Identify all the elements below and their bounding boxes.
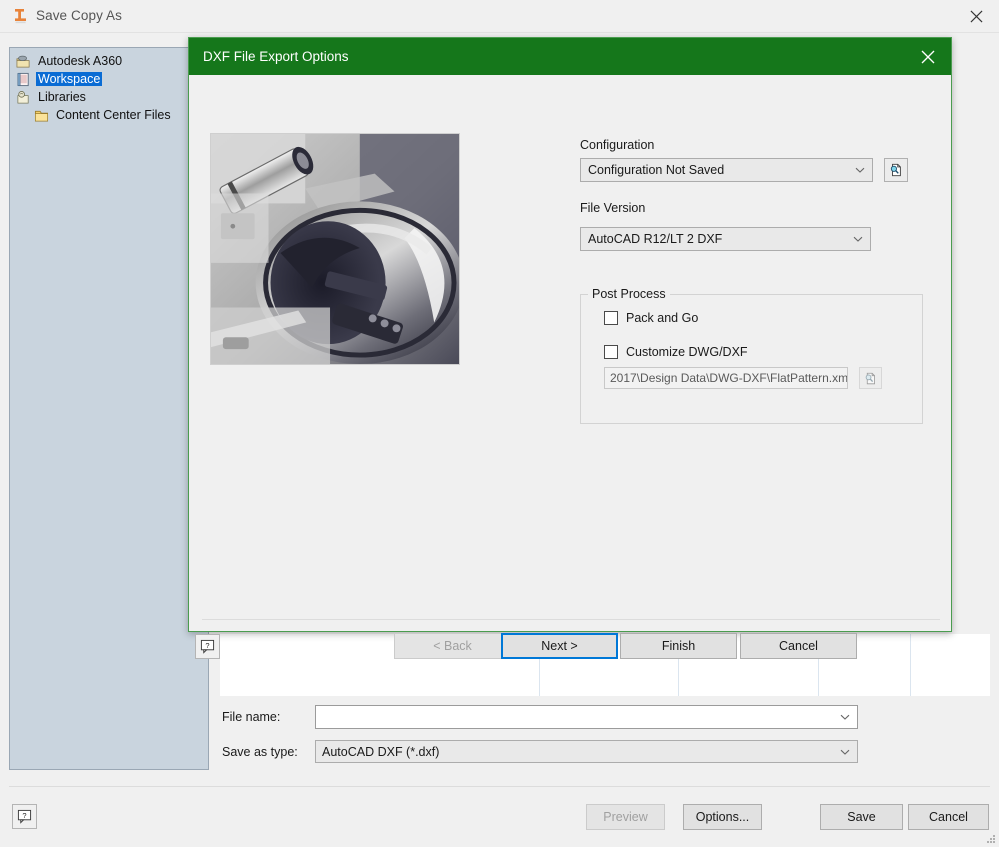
help-question-icon: ? xyxy=(17,809,32,824)
dxf-export-options-dialog: DXF File Export Options Configuration Co… xyxy=(188,37,952,659)
customize-dwg-dxf-checkbox[interactable] xyxy=(604,345,618,359)
next-button[interactable]: Next > xyxy=(501,633,618,659)
window-close-button[interactable] xyxy=(953,0,999,32)
configuration-value: Configuration Not Saved xyxy=(588,163,725,177)
pack-and-go-label: Pack and Go xyxy=(626,311,699,325)
dialog-separator xyxy=(202,619,940,620)
save-as-type-select[interactable]: AutoCAD DXF (*.dxf) xyxy=(315,740,858,763)
save-as-type-value: AutoCAD DXF (*.dxf) xyxy=(322,744,440,759)
save-as-type-label: Save as type: xyxy=(222,745,298,759)
file-version-label: File Version xyxy=(580,201,646,215)
libraries-icon xyxy=(17,90,29,103)
customize-dwg-dxf-checkbox-row[interactable]: Customize DWG/DXF xyxy=(604,345,748,359)
svg-text:?: ? xyxy=(22,811,26,820)
tree-item-libraries[interactable]: Libraries xyxy=(16,88,88,106)
close-icon xyxy=(970,10,982,22)
tree-item-content-center-files[interactable]: Content Center Files xyxy=(34,106,173,124)
window-title: Save Copy As xyxy=(36,8,122,23)
dialog-header: DXF File Export Options xyxy=(189,38,951,75)
window-titlebar: Save Copy As xyxy=(0,0,999,33)
tree-item-label: Content Center Files xyxy=(56,108,171,122)
file-name-label: File name: xyxy=(222,710,281,724)
cloud-folder-icon xyxy=(16,55,30,67)
configuration-browse-button[interactable] xyxy=(884,158,908,182)
post-process-legend: Post Process xyxy=(588,287,670,301)
file-version-value: AutoCAD R12/LT 2 DXF xyxy=(588,232,723,246)
dialog-body: Configuration Configuration Not Saved Fi… xyxy=(189,75,951,659)
tree-item-workspace[interactable]: Workspace xyxy=(16,70,103,88)
dialog-cancel-button[interactable]: Cancel xyxy=(740,633,857,659)
config-path-input[interactable]: 2017\Design Data\DWG-DXF\FlatPattern.xml xyxy=(604,367,848,389)
chevron-down-icon xyxy=(855,167,865,173)
tree-item-autodesk-a360[interactable]: Autodesk A360 xyxy=(16,52,124,70)
customize-dwg-dxf-label: Customize DWG/DXF xyxy=(626,345,748,359)
preview-button[interactable]: Preview xyxy=(586,804,665,830)
svg-text:?: ? xyxy=(205,641,209,650)
chevron-down-icon xyxy=(840,714,850,720)
browse-search-page-icon xyxy=(890,163,901,177)
chevron-down-icon xyxy=(840,749,850,755)
resize-grip-icon[interactable] xyxy=(984,832,996,844)
dialog-close-button[interactable] xyxy=(917,46,939,68)
workspace-document-icon xyxy=(17,72,29,86)
options-button[interactable]: Options... xyxy=(683,804,762,830)
dialog-title: DXF File Export Options xyxy=(203,49,349,64)
save-copy-as-window: Save Copy As Autodesk A360 Workspace Lib… xyxy=(0,0,999,847)
help-button[interactable]: ? xyxy=(12,804,37,829)
file-version-select[interactable]: AutoCAD R12/LT 2 DXF xyxy=(580,227,871,251)
tree-item-label: Autodesk A360 xyxy=(38,54,123,68)
dialog-help-button[interactable]: ? xyxy=(195,634,220,659)
column-divider xyxy=(910,634,911,696)
bottom-separator xyxy=(9,786,990,787)
browse-search-page-icon xyxy=(865,372,875,384)
finish-button[interactable]: Finish xyxy=(620,633,737,659)
pack-and-go-checkbox[interactable] xyxy=(604,311,618,325)
pack-and-go-checkbox-row[interactable]: Pack and Go xyxy=(604,311,698,325)
back-button[interactable]: < Back xyxy=(394,633,511,659)
tree-item-label: Workspace xyxy=(36,72,103,86)
chevron-down-icon xyxy=(853,236,863,242)
save-button[interactable]: Save xyxy=(820,804,903,830)
tree-item-label: Libraries xyxy=(38,90,86,104)
help-question-icon: ? xyxy=(200,639,215,654)
navigation-panel[interactable]: Autodesk A360 Workspace Libraries Conten… xyxy=(9,47,209,770)
close-icon xyxy=(921,50,935,64)
folder-icon xyxy=(34,110,49,122)
preview-thumbnail xyxy=(210,133,460,365)
file-name-input[interactable] xyxy=(315,705,858,729)
configuration-select[interactable]: Configuration Not Saved xyxy=(580,158,873,182)
configuration-label: Configuration xyxy=(580,138,655,152)
cancel-button[interactable]: Cancel xyxy=(908,804,989,830)
config-path-browse-button[interactable] xyxy=(859,367,882,389)
inventor-logo-icon xyxy=(15,9,26,24)
